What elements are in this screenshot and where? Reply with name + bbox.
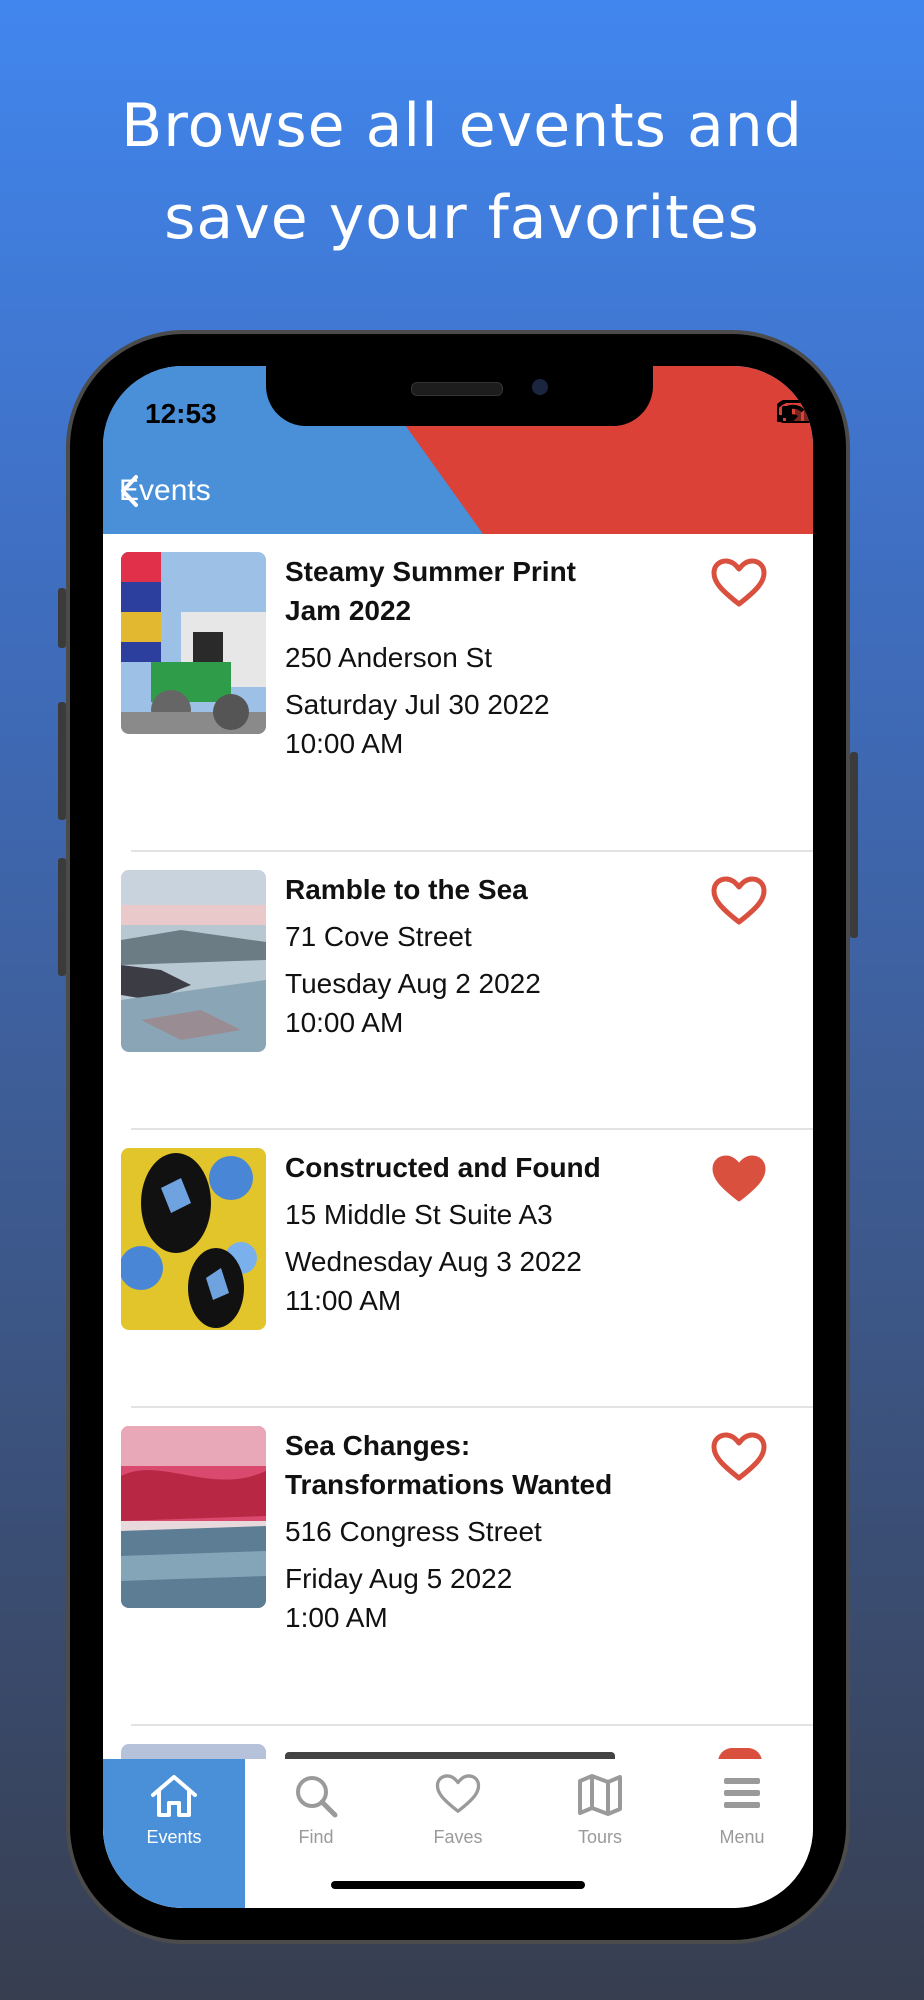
event-thumbnail (121, 1426, 266, 1608)
event-row[interactable]: Constructed and Found 15 Middle St Suite… (103, 1130, 813, 1408)
event-address: 15 Middle St Suite A3 (285, 1199, 553, 1230)
mute-switch (58, 588, 66, 648)
event-date: Friday Aug 5 2022 (285, 1563, 513, 1594)
favorite-heart-outline-icon[interactable] (711, 558, 767, 608)
event-thumbnail (121, 552, 266, 734)
event-address: 516 Congress Street (285, 1516, 542, 1547)
event-title: Steamy Summer Print Jam 2022 (285, 552, 645, 630)
event-time: 11:00 AM (285, 1285, 402, 1316)
tab-label: Tours (577, 1827, 622, 1847)
favorite-heart-filled-icon[interactable] (711, 1154, 767, 1204)
home-indicator[interactable] (331, 1881, 585, 1889)
event-image-ramble-sea (121, 870, 266, 1052)
event-image-print-jam (121, 552, 266, 734)
power-button (850, 752, 858, 938)
event-address: 250 Anderson St (285, 642, 493, 673)
event-title-line: Ramble to the Sea (285, 874, 528, 905)
tab-label: Events (146, 1827, 202, 1847)
event-date: Wednesday Aug 3 2022 (285, 1246, 582, 1277)
favorite-heart-outline-icon[interactable] (711, 876, 767, 926)
event-title-line: Jam 2022 (285, 595, 412, 626)
event-title-line: Transformations Wanted (285, 1469, 613, 1500)
event-title: Sea Changes: Transformations Wanted (285, 1426, 645, 1504)
event-date: Saturday Jul 30 2022 (285, 689, 550, 720)
event-thumbnail (121, 870, 266, 1052)
headline-line-2: save your favorites (164, 183, 760, 253)
front-camera (532, 379, 548, 395)
search-icon (296, 1776, 338, 1818)
event-row[interactable]: Sea Changes: Transformations Wanted 516 … (103, 1408, 813, 1726)
event-title: Ramble to the Sea (285, 870, 645, 909)
chevron-left-icon (121, 475, 138, 507)
event-image-sea-changes (121, 1426, 266, 1608)
menu-icon (724, 1778, 760, 1808)
tab-events[interactable]: Events (103, 1759, 245, 1908)
event-address: 71 Cove Street (285, 921, 472, 952)
marketing-headline: Browse all events and save your favorite… (0, 80, 924, 264)
tab-label: Find (298, 1827, 334, 1847)
event-row[interactable]: Steamy Summer Print Jam 2022 250 Anderso… (103, 534, 813, 852)
event-title-line: Steamy Summer Print (285, 556, 576, 587)
event-title: Constructed and Found (285, 1148, 645, 1187)
heart-icon (435, 1774, 481, 1813)
location-arrow-icon (106, 369, 126, 389)
event-image-constructed-found (121, 1148, 266, 1330)
volume-down-button (58, 858, 66, 976)
tab-label: Faves (433, 1827, 483, 1847)
notch (266, 366, 653, 426)
event-title-line: Constructed and Found (285, 1152, 601, 1183)
event-title-line: Sea Changes: (285, 1430, 471, 1461)
event-time: 10:00 AM (285, 1007, 404, 1038)
app-header: 12:53 Events (103, 366, 813, 534)
tab-menu[interactable]: Menu (671, 1759, 813, 1908)
favorite-heart-outline-icon[interactable] (711, 1432, 767, 1482)
battery-icon (777, 401, 813, 423)
volume-up-button (58, 702, 66, 820)
status-time: 12:53 (145, 398, 217, 429)
event-date: Tuesday Aug 2 2022 (285, 968, 541, 999)
headline-line-1: Browse all events and (121, 91, 803, 161)
event-thumbnail (121, 1148, 266, 1330)
back-button[interactable]: Events (119, 474, 211, 508)
home-icon (151, 1775, 197, 1817)
map-icon (578, 1774, 622, 1816)
event-row[interactable]: Ramble to the Sea 71 Cove Street Tuesday… (103, 852, 813, 1130)
event-time: 1:00 AM (285, 1602, 388, 1633)
event-time: 10:00 AM (285, 728, 404, 759)
tab-label: Menu (719, 1827, 765, 1847)
speaker (411, 382, 503, 396)
phone-screen: 12:53 Events Steamy Summer Print Jam 202… (103, 366, 813, 1908)
